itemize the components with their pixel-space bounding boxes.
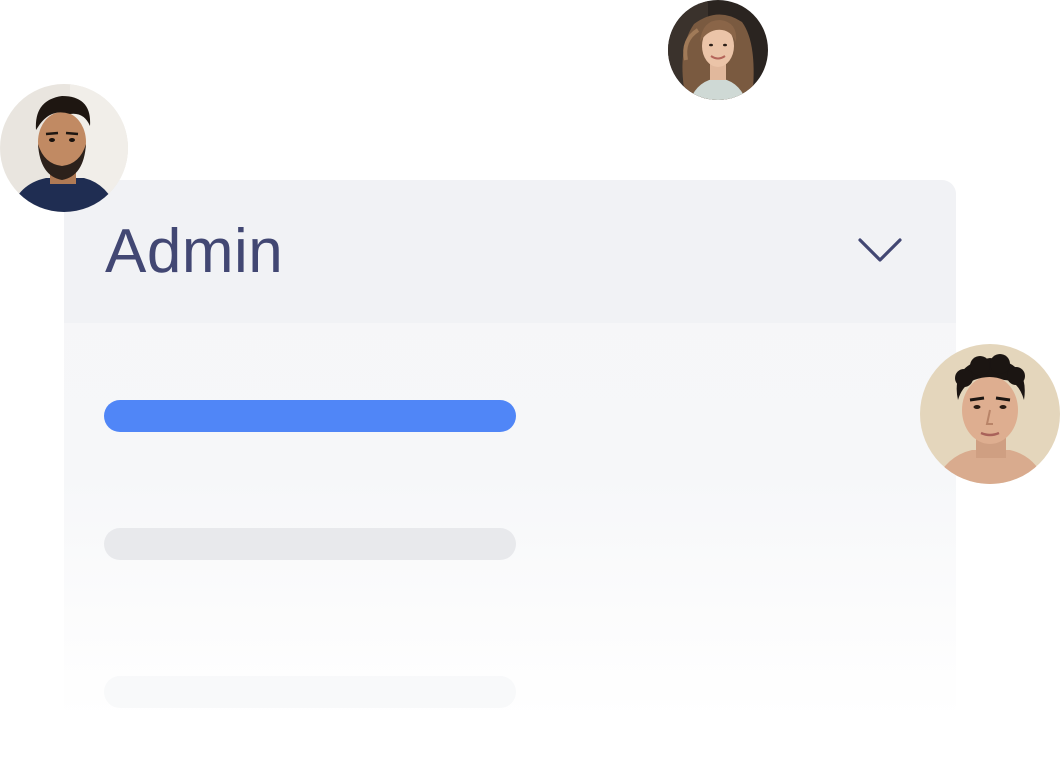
role-option-active-bar[interactable] (104, 400, 516, 432)
user-avatar-2 (668, 0, 768, 100)
role-dropdown-label: Admin (105, 217, 284, 286)
user-avatar-woman-icon (668, 0, 768, 100)
role-option-faded-bar[interactable] (104, 676, 516, 708)
stage: Admin (0, 0, 1060, 772)
chevron-down-icon[interactable] (854, 234, 906, 266)
user-avatar-curly-hair-man-icon (920, 344, 1060, 484)
role-dropdown[interactable]: Admin (64, 180, 956, 323)
user-avatar-bearded-man-icon (0, 84, 128, 212)
user-avatar-3 (920, 344, 1060, 484)
user-avatar-1 (0, 84, 128, 212)
role-select-card: Admin (64, 180, 956, 720)
role-option-placeholder-bar[interactable] (104, 528, 516, 560)
